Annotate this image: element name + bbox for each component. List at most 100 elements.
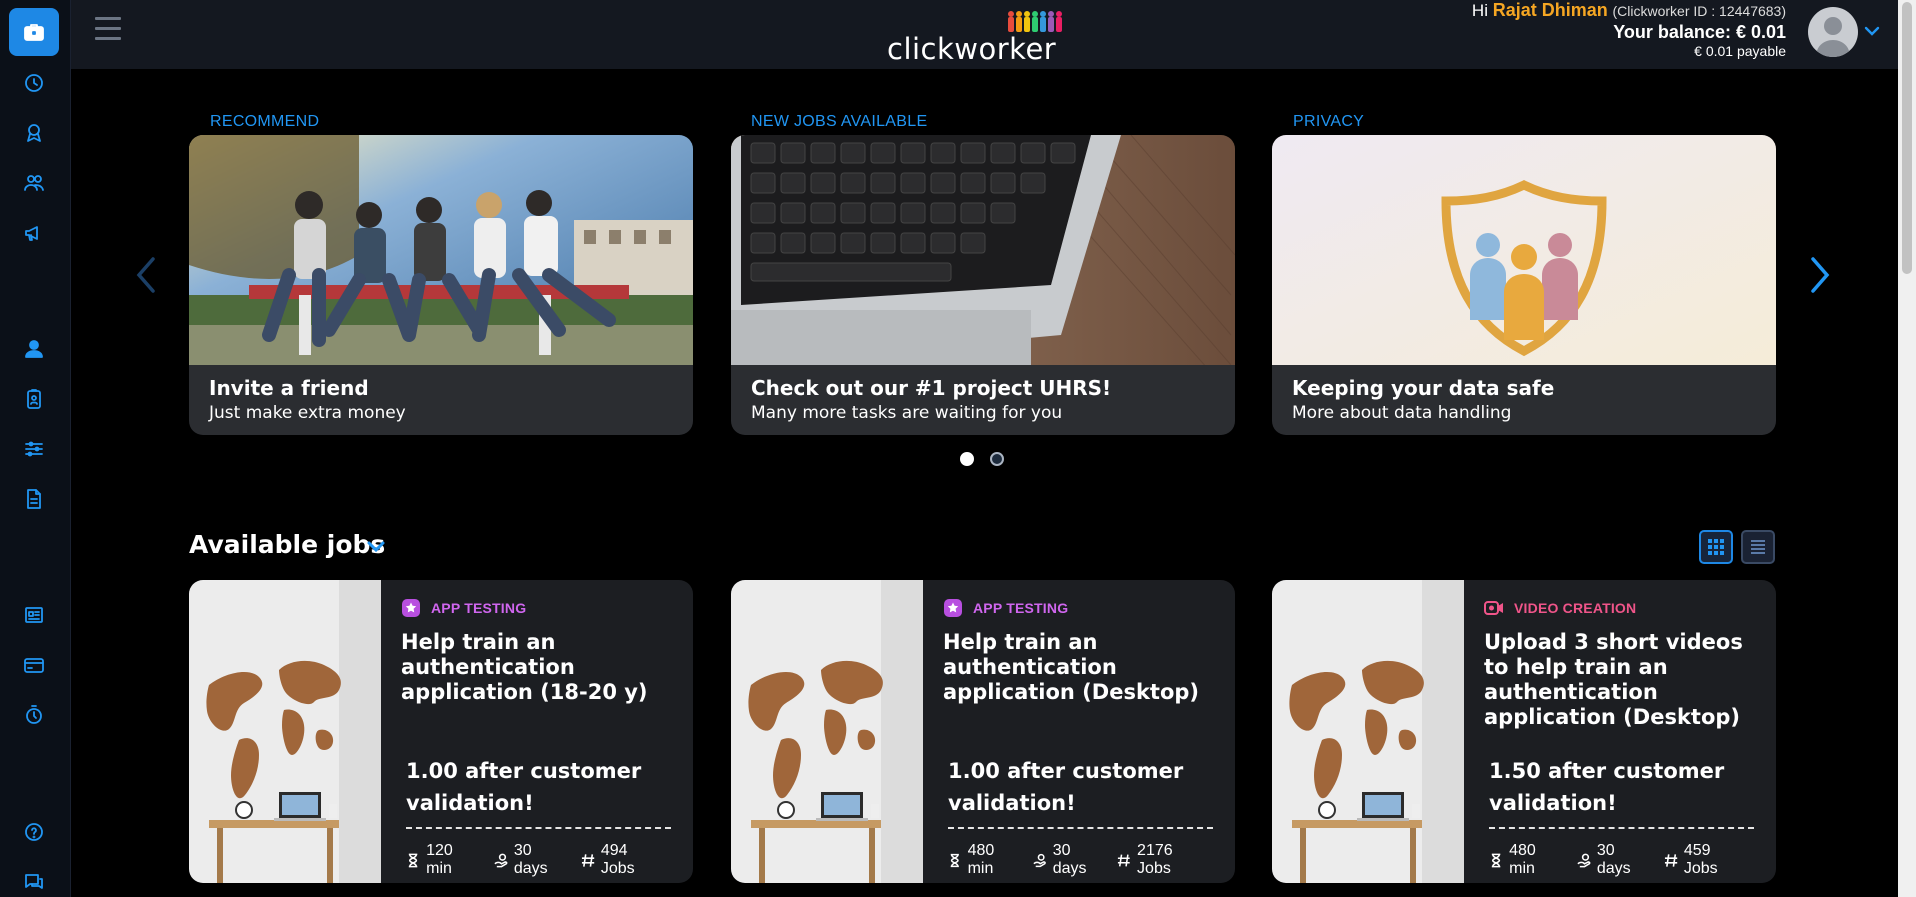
hand-coins-icon xyxy=(1033,853,1047,867)
job-card-body: VIDEO CREATION Upload 3 short videos to … xyxy=(1464,580,1776,883)
sidebar-item-announcements[interactable] xyxy=(9,213,59,253)
sidebar-item-documents[interactable] xyxy=(9,479,59,519)
job-meta: 120 min 30 days 494 Jobs xyxy=(406,842,676,878)
hourglass-icon xyxy=(950,853,959,867)
job-count: 494 Jobs xyxy=(581,842,662,878)
chevron-down-icon[interactable] xyxy=(365,535,387,557)
star-badge-icon xyxy=(402,599,420,617)
chevron-down-icon[interactable] xyxy=(1864,24,1880,38)
credit-card-icon xyxy=(24,658,44,673)
sidebar-item-community[interactable] xyxy=(9,163,59,203)
sidebar-item-jobs[interactable] xyxy=(9,8,59,56)
menu-toggle-button[interactable] xyxy=(95,17,121,41)
friends-on-bench-image xyxy=(189,135,693,365)
sidebar-item-activity[interactable] xyxy=(9,63,59,103)
clipboard-user-icon xyxy=(27,389,41,409)
slide-title: Check out our #1 project UHRS! xyxy=(751,376,1112,400)
grid-view-button[interactable] xyxy=(1699,530,1733,564)
page-scrollbar[interactable] xyxy=(1898,0,1916,897)
carousel-next-arrow[interactable] xyxy=(1807,255,1833,295)
job-category: APP TESTING xyxy=(943,598,1215,618)
scrollbar-thumb[interactable] xyxy=(1902,2,1912,274)
job-duration: 120 min xyxy=(406,842,480,878)
job-card-body: APP TESTING Help train an authentication… xyxy=(381,580,693,883)
job-card-body: APP TESTING Help train an authentication… xyxy=(923,580,1235,883)
hand-coins-icon xyxy=(494,853,508,867)
list-view-button[interactable] xyxy=(1741,530,1775,564)
hash-icon xyxy=(1664,853,1677,867)
available-jobs-heading[interactable]: Available jobs xyxy=(189,530,385,559)
slide-invite-friend[interactable]: Invite a friend Just make extra money xyxy=(189,135,693,435)
world-map-desk-image xyxy=(731,580,923,883)
megaphone-icon xyxy=(25,226,38,241)
clickworker-id: (Clickworker ID : 12447683) xyxy=(1612,3,1786,19)
grid-icon xyxy=(1708,539,1724,555)
hamburger-line xyxy=(95,37,121,40)
slide-title: Invite a friend xyxy=(209,376,369,400)
carousel-prev-arrow[interactable] xyxy=(133,255,159,295)
divider xyxy=(1489,827,1754,829)
list-icon xyxy=(1751,540,1765,554)
job-card[interactable]: VIDEO CREATION Upload 3 short videos to … xyxy=(1272,580,1776,883)
slide-caption: Check out our #1 project UHRS! Many more… xyxy=(731,365,1235,435)
slide-subtitle: More about data handling xyxy=(1292,403,1512,423)
job-title[interactable]: Help train an authentication application… xyxy=(401,630,673,705)
divider xyxy=(406,827,671,829)
badge-icon xyxy=(27,124,41,142)
sidebar-item-chat[interactable] xyxy=(9,862,59,897)
job-duration-value: 120 min xyxy=(426,842,453,877)
job-price: 1.00 after customer validation! xyxy=(948,759,1184,815)
slide-title: Keeping your data safe xyxy=(1292,376,1555,400)
timer-icon xyxy=(25,74,43,92)
carousel-dot-2[interactable] xyxy=(990,452,1004,466)
job-meta: 480 min 30 days 2176 Jobs xyxy=(948,842,1218,878)
sliders-icon xyxy=(25,441,43,457)
slide-caption: Invite a friend Just make extra money xyxy=(189,365,693,435)
hamburger-line xyxy=(95,27,121,30)
job-deadline: 30 days xyxy=(494,842,567,878)
slide-subtitle: Many more tasks are waiting for you xyxy=(751,403,1063,423)
news-icon xyxy=(25,607,43,623)
job-category: APP TESTING xyxy=(401,598,673,618)
job-title[interactable]: Help train an authentication application… xyxy=(943,630,1215,705)
slide-uhrs-project[interactable]: Check out our #1 project UHRS! Many more… xyxy=(731,135,1235,435)
document-icon xyxy=(27,489,41,509)
sidebar-item-assessments[interactable] xyxy=(9,379,59,419)
job-title[interactable]: Upload 3 short videos to help train an a… xyxy=(1484,630,1756,730)
video-camera-icon xyxy=(1484,601,1503,615)
world-map-desk-image xyxy=(189,580,381,883)
slide-label-privacy: PRIVACY xyxy=(1293,113,1365,130)
user-icon xyxy=(25,340,43,358)
sidebar-item-news[interactable] xyxy=(9,595,59,635)
clickworker-logo[interactable]: clickworker xyxy=(887,10,1062,66)
sidebar-item-payout[interactable] xyxy=(9,695,59,735)
privacy-shield-image xyxy=(1272,135,1776,365)
sidebar-item-badges[interactable] xyxy=(9,113,59,153)
greeting: Hi xyxy=(1471,1,1488,20)
sidebar-item-profile[interactable] xyxy=(9,329,59,369)
job-count-value: 494 Jobs xyxy=(600,842,635,877)
job-price: 1.00 after customer validation! xyxy=(406,759,642,815)
job-deadline-value: 30 days xyxy=(1052,842,1087,877)
user-name[interactable]: Rajat Dhiman xyxy=(1493,0,1608,20)
user-info: Hi Rajat Dhiman (Clickworker ID : 124476… xyxy=(1472,0,1786,60)
sidebar-item-help[interactable] xyxy=(9,812,59,852)
job-deadline: 30 days xyxy=(1577,842,1650,878)
hamburger-line xyxy=(95,17,121,20)
world-map-desk-image xyxy=(1272,580,1464,883)
slide-data-safety[interactable]: Keeping your data safe More about data h… xyxy=(1272,135,1776,435)
chat-icon xyxy=(25,874,43,889)
job-category: VIDEO CREATION xyxy=(1484,598,1756,618)
job-duration: 480 min xyxy=(1489,842,1563,878)
carousel-dot-1[interactable] xyxy=(960,452,974,466)
job-card[interactable]: APP TESTING Help train an authentication… xyxy=(189,580,693,883)
avatar[interactable] xyxy=(1808,7,1858,57)
job-category-label: VIDEO CREATION xyxy=(1514,600,1637,616)
job-duration-value: 480 min xyxy=(1509,842,1536,877)
logo-text: clickworker xyxy=(887,32,1057,66)
job-card[interactable]: APP TESTING Help train an authentication… xyxy=(731,580,1235,883)
sidebar-item-settings[interactable] xyxy=(9,429,59,469)
job-duration-value: 480 min xyxy=(967,842,995,877)
sidebar-item-payments[interactable] xyxy=(9,645,59,685)
briefcase-icon xyxy=(24,24,44,41)
